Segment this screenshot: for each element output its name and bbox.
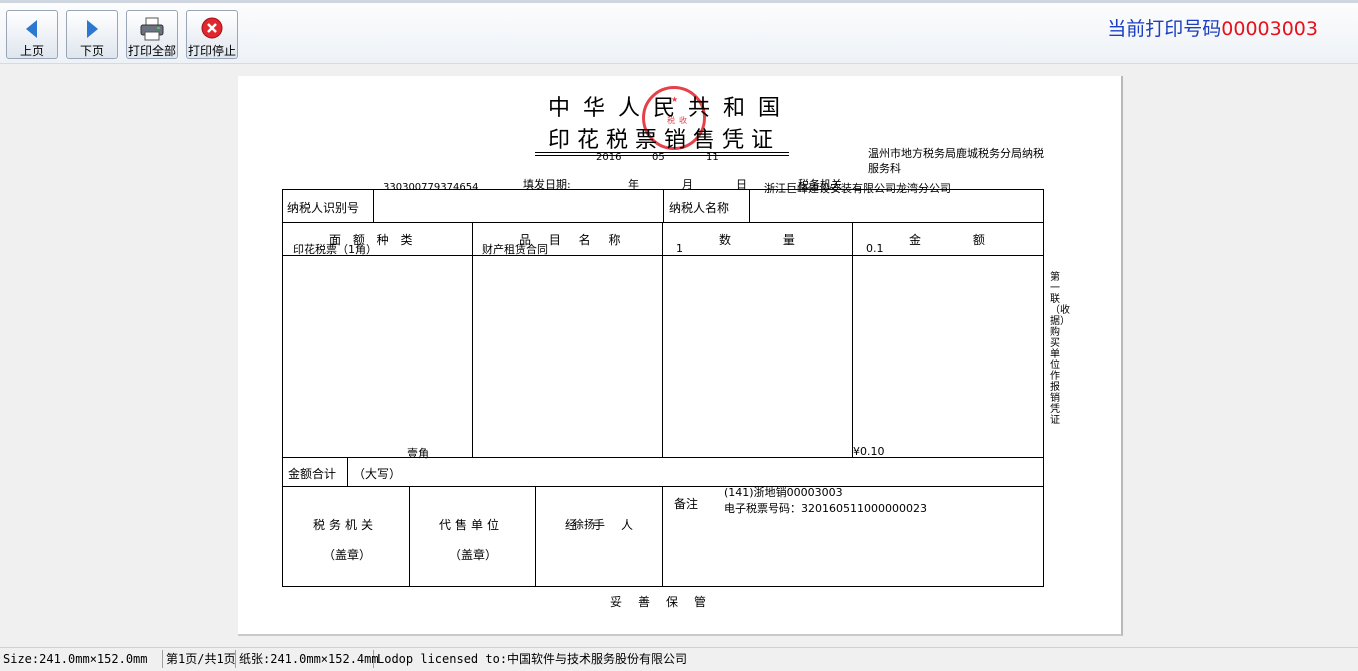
total-label: 金额合计: [288, 467, 337, 481]
col-divider: [409, 486, 410, 586]
next-page-label: 下页: [79, 44, 104, 58]
status-size: Size:241.0mm×152.0mm: [0, 650, 163, 668]
row-quantity: 1: [676, 242, 683, 255]
voucher-title-line2: 印花税票销售凭证: [548, 128, 781, 153]
prev-page-button[interactable]: 上页: [6, 10, 58, 59]
footer-note: 妥善保管: [610, 595, 723, 609]
preview-area[interactable]: ★ 税 收 中华人民共和国 印花税票销售凭证 2016 05 11 温州市地方税…: [0, 64, 1358, 647]
date-year: 2016: [596, 152, 622, 163]
print-number-value: 00003003: [1221, 18, 1318, 40]
taxpayer-name-label: 纳税人名称: [669, 201, 730, 215]
printer-icon: [127, 14, 177, 44]
row-item: 财产租赁合同: [482, 243, 548, 256]
status-page: 第1页/共1页: [163, 650, 236, 668]
col-amount: 金 额: [909, 233, 985, 247]
remarks-line1: (141)浙地销00003003: [724, 486, 843, 499]
print-number-label: 当前打印号码: [1107, 18, 1222, 40]
col-divider: [852, 222, 853, 457]
tax-office-seal-label: （盖章）: [323, 548, 372, 562]
toolbar: 上页 下页 打印全部 打印停止 当前打印号码00003003: [0, 0, 1358, 64]
col-divider: [535, 486, 536, 586]
total-upper-label: （大写）: [353, 467, 402, 481]
arrow-left-icon: [7, 14, 57, 44]
col-divider: [347, 457, 348, 486]
row-divider: [283, 486, 1043, 487]
row-divider: [283, 222, 1043, 223]
status-paper: 纸张:241.0mm×152.4mm: [236, 650, 379, 668]
print-all-label: 打印全部: [127, 44, 176, 58]
col-divider: [749, 190, 750, 222]
print-stop-label: 打印停止: [187, 44, 236, 58]
handler-value: 徐扬: [573, 518, 595, 531]
col-divider: [472, 222, 473, 457]
print-all-button[interactable]: 打印全部: [126, 10, 178, 59]
date-month: 05: [652, 152, 665, 163]
date-day: 11: [706, 152, 719, 163]
prev-page-label: 上页: [19, 44, 44, 58]
row-divider: [283, 457, 1043, 458]
col-divider: [662, 222, 663, 457]
current-print-number: 当前打印号码00003003: [1107, 14, 1318, 41]
tax-office-label: 税务机关: [313, 518, 378, 532]
status-bar: Size:241.0mm×152.0mm 第1页/共1页 纸张:241.0mm×…: [0, 647, 1358, 671]
agent-label: 代售单位: [439, 518, 504, 532]
next-page-button[interactable]: 下页: [66, 10, 118, 59]
total-value: ¥0.10: [853, 445, 885, 458]
row-denomination: 印花税票（1角）: [293, 243, 377, 256]
voucher-form: 纳税人识别号 纳税人名称 面 额 种 类 品 目 名 称 数 量 金 额 印花税…: [282, 189, 1044, 587]
status-license: Lodop licensed to:中国软件与技术服务股份有限公司: [377, 652, 688, 666]
tax-org-name: 温州市地方税务局鹿城税务分局纳税服务科: [868, 147, 1044, 175]
copy-side-note: 第一联（收据）购买单位作报销凭证: [1050, 272, 1070, 426]
taxpayer-id-label: 纳税人识别号: [287, 201, 360, 215]
agent-seal-label: （盖章）: [449, 548, 498, 562]
col-divider: [373, 190, 374, 222]
col-quantity: 数 量: [719, 233, 795, 247]
voucher-paper: ★ 税 收 中华人民共和国 印花税票销售凭证 2016 05 11 温州市地方税…: [238, 76, 1123, 636]
row-divider: [283, 255, 1043, 256]
col-divider: [663, 190, 664, 222]
total-upper-value: 壹角: [407, 447, 429, 460]
col-divider: [662, 486, 663, 586]
print-stop-button[interactable]: 打印停止: [186, 10, 238, 59]
arrow-right-icon: [67, 14, 117, 44]
row-amount: 0.1: [866, 242, 884, 255]
remarks-label: 备注: [674, 497, 699, 511]
voucher-title-line1: 中华人民共和国: [548, 96, 794, 121]
stop-icon: [187, 14, 237, 44]
remarks-line2: 电子税票号码：320160511000000023: [724, 502, 927, 515]
